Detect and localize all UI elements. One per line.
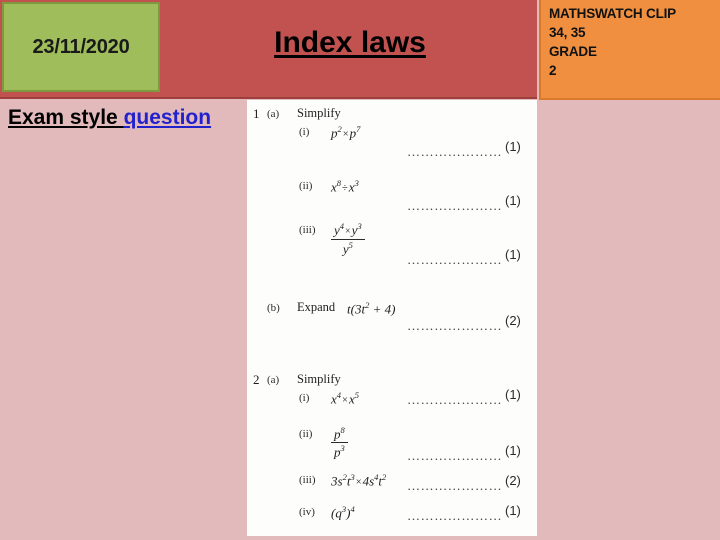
question-instruction: Simplify [297,106,341,120]
answer-dotted-line[interactable]: …………………… [407,198,502,214]
answer-dotted-line[interactable]: …………………… [407,508,502,524]
date-text: 23/11/2020 [32,35,130,58]
answer-dotted-line[interactable]: …………………… [407,392,502,408]
page-title: Index laws [274,26,426,59]
mark-allocation: (1) [505,193,521,208]
answer-dotted-line[interactable]: …………………… [407,252,502,268]
math-expression: p2×p7 [331,124,361,141]
mark-allocation: (1) [505,503,521,518]
math-expression: y4×y3 y5 [331,222,365,256]
question-instruction: Simplify [297,372,341,386]
mark-allocation: (1) [505,387,521,402]
exam-style-question-link[interactable]: question [124,106,212,129]
question-subpart: (iv) [299,506,315,518]
question-subpart: (ii) [299,180,313,192]
question-part: (a) [267,374,280,386]
clip-line: 34, 35 [549,25,586,40]
worksheet-scan: 1(a)Simplify(i)p2×p7……………………(1)(ii)x8÷x3… [247,100,537,536]
question-number: 2 [253,372,260,387]
question-subpart: (iii) [299,474,316,486]
question-instruction: Expand [297,300,336,314]
question-subpart: (i) [299,126,310,138]
question-subpart: (iii) [299,224,316,236]
date-box: 23/11/2020 [2,2,160,92]
answer-dotted-line[interactable]: …………………… [407,318,502,334]
clip-line: 2 [549,63,557,78]
exam-style-question-label: Exam style question [8,106,211,130]
math-expression: 3s2t3×4s4t2 [331,472,387,489]
clip-line: MATHSWATCH CLIP [549,6,676,21]
clip-line: GRADE [549,44,597,59]
exam-style-text: Exam style [8,106,124,129]
mark-allocation: (1) [505,139,521,154]
slide-canvas: 23/11/2020 Index laws MATHSWATCH CLIP 34… [0,0,720,540]
mark-allocation: (2) [505,313,521,328]
mark-allocation: (2) [505,473,521,488]
question-subpart: (ii) [299,428,313,440]
question-subpart: (i) [299,392,310,404]
question-number: 1 [253,106,260,121]
math-expression: x8÷x3 [331,178,359,195]
answer-dotted-line[interactable]: …………………… [407,478,502,494]
math-expression: p8 p3 [331,426,348,459]
answer-dotted-line[interactable]: …………………… [407,448,502,464]
mark-allocation: (1) [505,247,521,262]
math-expression: (q3)4 [331,504,355,521]
question-part: (a) [267,108,280,120]
math-expression: x4×x5 [331,390,359,407]
question-part: (b) [267,302,280,314]
math-expression: t(3t2 + 4) [347,300,396,317]
header-band: 23/11/2020 Index laws [0,0,537,99]
answer-dotted-line[interactable]: …………………… [407,144,502,160]
mathswatch-clip-panel: MATHSWATCH CLIP 34, 35 GRADE 2 [539,0,720,100]
mark-allocation: (1) [505,443,521,458]
